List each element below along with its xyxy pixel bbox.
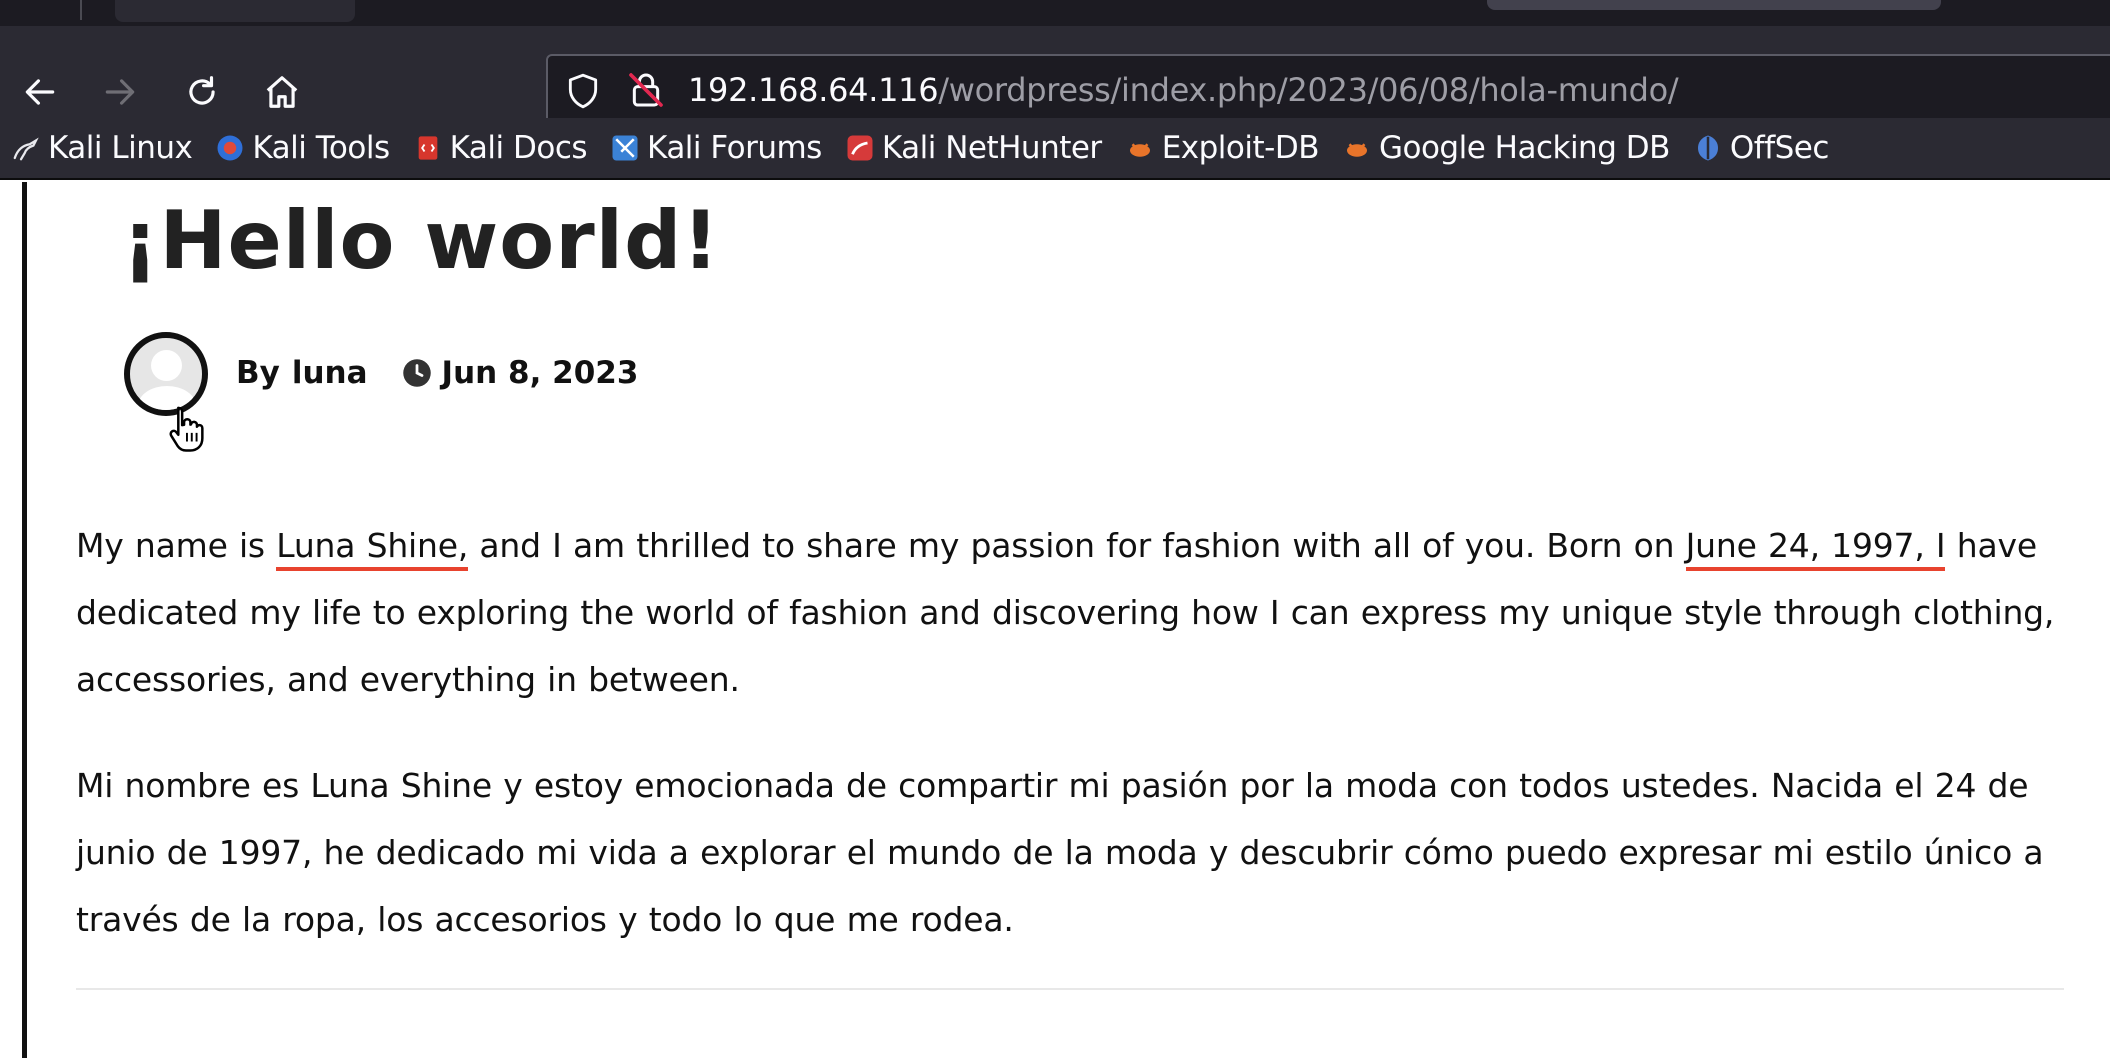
bookmark-label: Kali Docs <box>449 130 588 166</box>
bookmark-kali-forums[interactable]: Kali Forums <box>609 123 822 173</box>
back-arrow-icon <box>25 79 55 105</box>
home-button[interactable] <box>256 66 308 118</box>
bookmark-label: Kali Tools <box>252 130 390 166</box>
bookmark-label: Google Hacking DB <box>1378 130 1670 166</box>
bookmark-offsec[interactable]: OffSec <box>1692 123 1829 173</box>
kali-docs-icon <box>412 132 444 164</box>
shield-icon[interactable] <box>564 72 602 110</box>
reload-button[interactable] <box>176 66 228 118</box>
back-button[interactable] <box>14 66 66 118</box>
kali-nethunter-icon <box>844 132 876 164</box>
insecure-lock-icon[interactable] <box>626 70 666 110</box>
url-bar[interactable]: 192.168.64.116/wordpress/index.php/2023/… <box>546 54 2110 126</box>
bookmark-label: Kali Forums <box>647 130 822 166</box>
bookmark-label: Kali NetHunter <box>881 130 1102 166</box>
avatar-head-shape <box>151 350 182 381</box>
clock-icon <box>402 359 431 387</box>
offsec-icon <box>1692 132 1724 164</box>
paragraph-text: and I am thrilled to share my passion fo… <box>468 526 1686 565</box>
highlighted-name: Luna Shine, <box>276 526 468 571</box>
url-host: 192.168.64.116 <box>688 71 939 109</box>
post-date[interactable]: Jun 8, 2023 <box>442 355 639 391</box>
bookmark-kali-tools[interactable]: Kali Tools <box>214 123 390 173</box>
post-byline: By luna Jun 8, 2023 <box>236 350 638 396</box>
kali-dragon-icon <box>10 132 42 164</box>
post-paragraph-spanish: Mi nombre es Luna Shine y estoy emociona… <box>76 766 2044 939</box>
url-text[interactable]: 192.168.64.116/wordpress/index.php/2023/… <box>688 56 1679 124</box>
highlighted-birthdate: June 24, 1997, I <box>1685 526 1946 571</box>
bookmark-label: OffSec <box>1729 130 1830 166</box>
active-tab[interactable] <box>115 0 355 22</box>
kali-forums-icon <box>609 132 641 164</box>
post-divider <box>76 988 2064 990</box>
author-link[interactable]: luna <box>292 355 368 391</box>
tab-search-field[interactable] <box>1487 0 1941 10</box>
bookmark-label: Kali Linux <box>48 130 193 166</box>
post-paragraph-english: My name is Luna Shine, and I am thrilled… <box>76 512 2070 713</box>
tab-strip <box>0 0 2110 26</box>
paragraph-text: My name is <box>76 526 277 565</box>
url-path: /wordpress/index.php/2023/06/08/hola-mun… <box>938 71 1679 109</box>
tab-separator <box>80 0 82 20</box>
exploit-db-icon <box>1124 132 1156 164</box>
post-title: ¡Hello world! <box>122 194 720 287</box>
bookmark-label: Exploit-DB <box>1161 130 1320 166</box>
ghdb-icon <box>1341 132 1373 164</box>
home-icon <box>266 76 298 108</box>
hand-cursor-icon <box>169 406 204 452</box>
page-content: ¡Hello world! By luna Jun 8, 2023 My nam… <box>0 182 2110 1058</box>
reload-icon <box>189 76 215 105</box>
content-left-border <box>22 182 27 1058</box>
forward-arrow-icon <box>105 79 135 105</box>
bookmark-exploit-db[interactable]: Exploit-DB <box>1124 123 1319 173</box>
bookmark-kali-docs[interactable]: Kali Docs <box>412 123 588 173</box>
forward-button[interactable] <box>94 66 146 118</box>
bookmarks-toolbar: Kali Linux Kali Tools Kali Docs Kali For… <box>0 118 2110 180</box>
kali-tools-icon <box>214 132 246 164</box>
bookmark-google-hacking-db[interactable]: Google Hacking DB <box>1341 123 1670 173</box>
by-prefix: By <box>236 355 280 391</box>
bookmark-kali-linux[interactable]: Kali Linux <box>10 123 193 173</box>
bookmark-kali-nethunter[interactable]: Kali NetHunter <box>844 123 1102 173</box>
